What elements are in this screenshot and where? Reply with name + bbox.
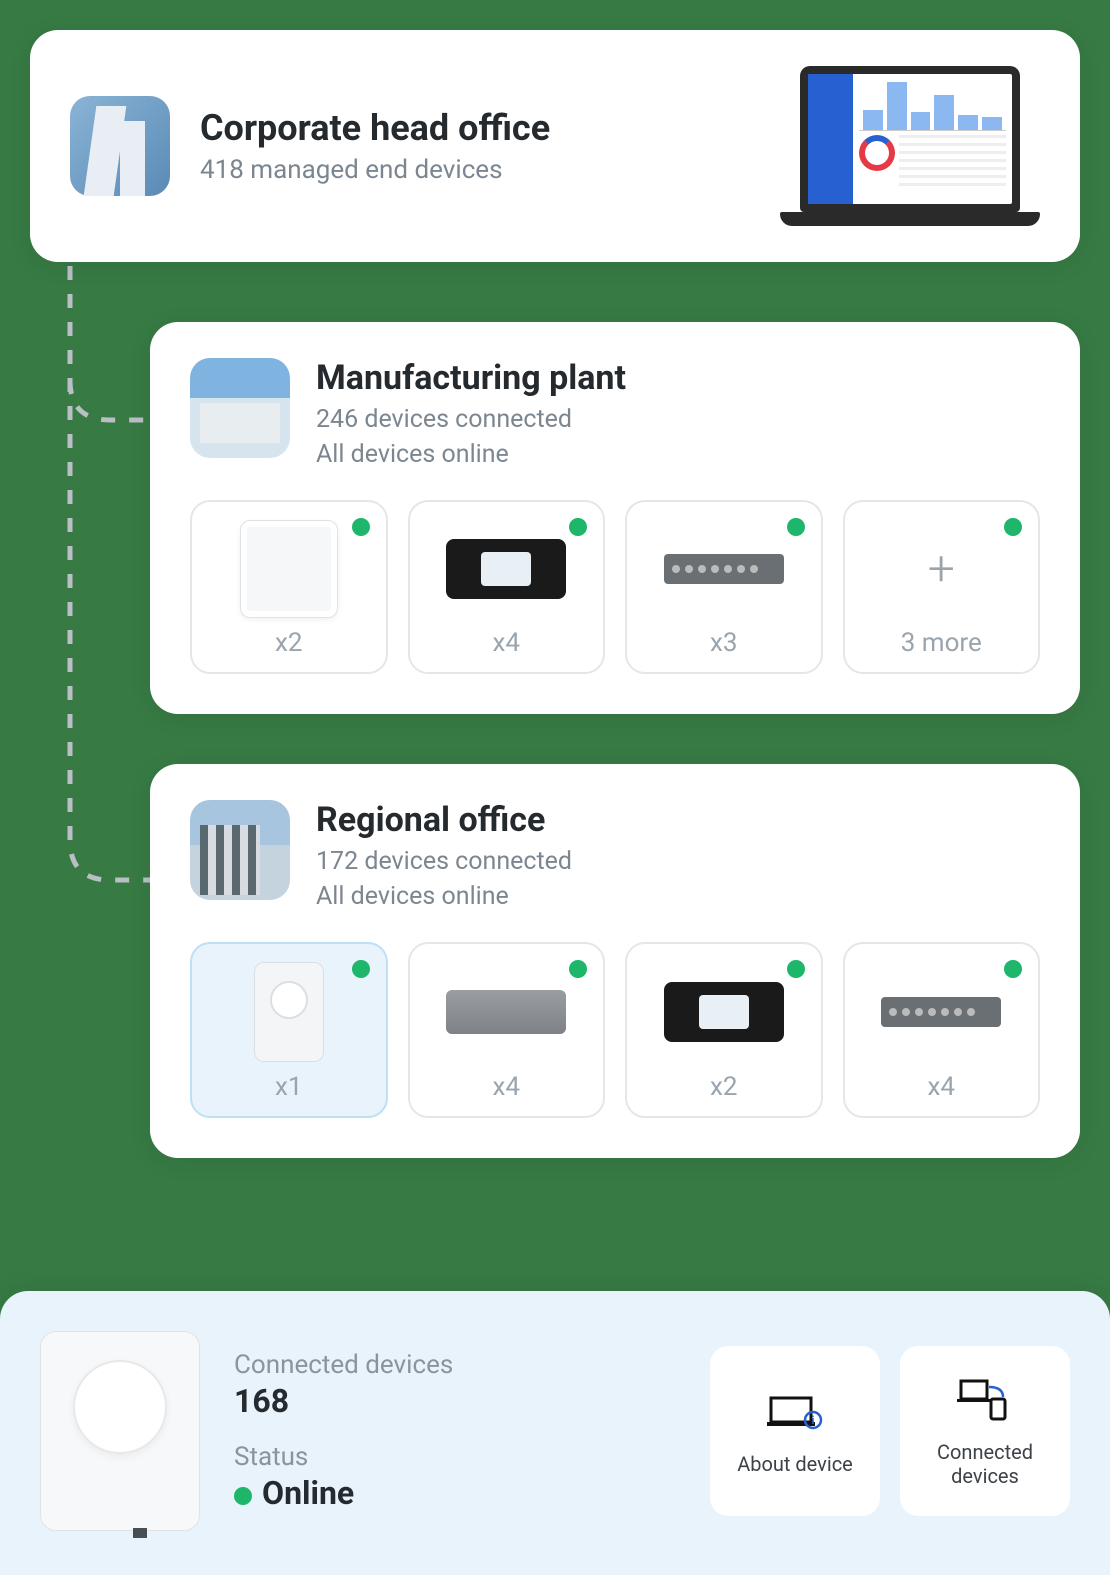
device-count: x2 — [710, 1072, 738, 1102]
device-large-image — [40, 1331, 200, 1531]
device-count: x1 — [275, 1072, 303, 1102]
about-device-button[interactable]: i About device — [710, 1346, 880, 1516]
connected-devices-value: 168 — [234, 1382, 676, 1420]
switch-icon — [664, 554, 784, 584]
site-card-manufacturing[interactable]: Manufacturing plant 246 devices connecte… — [150, 322, 1080, 714]
status-dot-online — [352, 960, 370, 978]
device-tile-switch[interactable]: x4 — [843, 942, 1041, 1118]
plant-image — [190, 358, 290, 458]
connected-devices-button[interactable]: Connected devices — [900, 1346, 1070, 1516]
device-tile-gateway[interactable]: x4 — [408, 942, 606, 1118]
device-tile-cpe[interactable]: x1 — [190, 942, 388, 1118]
device-tile-switch[interactable]: x3 — [625, 500, 823, 674]
device-more-label: 3 more — [901, 628, 982, 658]
cpe-icon — [254, 962, 324, 1062]
status-dot-online — [787, 518, 805, 536]
plus-icon: + — [928, 545, 955, 593]
site-title: Manufacturing plant — [316, 358, 626, 398]
status-dot-online — [569, 518, 587, 536]
status-value: Online — [262, 1474, 354, 1512]
head-office-card[interactable]: Corporate head office 418 managed end de… — [30, 30, 1080, 262]
switch-icon — [881, 997, 1001, 1027]
site-sub2: All devices online — [316, 437, 626, 472]
device-tile-router[interactable]: x4 — [408, 500, 606, 674]
device-tile-ap[interactable]: x2 — [190, 500, 388, 674]
about-device-icon: i — [767, 1386, 823, 1438]
status-dot-online — [1004, 518, 1022, 536]
device-count: x4 — [492, 1072, 520, 1102]
site-title: Regional office — [316, 800, 572, 840]
status-dot-online — [234, 1487, 252, 1505]
device-tile-router[interactable]: x2 — [625, 942, 823, 1118]
connected-devices-label: Connected devices — [910, 1440, 1060, 1488]
device-count: x2 — [275, 628, 303, 658]
device-tile-more[interactable]: + 3 more — [843, 500, 1041, 674]
status-dot-online — [352, 518, 370, 536]
device-detail-panel: Connected devices 168 Status Online i Ab… — [0, 1291, 1110, 1575]
site-card-regional[interactable]: Regional office 172 devices connected Al… — [150, 764, 1080, 1158]
access-point-icon — [240, 520, 338, 618]
status-label: Status — [234, 1442, 676, 1472]
site-sub2: All devices online — [316, 879, 572, 914]
head-title: Corporate head office — [200, 107, 550, 149]
connected-devices-label: Connected devices — [234, 1350, 676, 1380]
svg-text:i: i — [812, 1414, 815, 1427]
connected-devices-icon — [957, 1374, 1013, 1426]
device-count: x4 — [927, 1072, 955, 1102]
status-dot-online — [787, 960, 805, 978]
laptop-dashboard-image — [780, 66, 1040, 226]
head-subtitle: 418 managed end devices — [200, 155, 550, 185]
status-dot-online — [569, 960, 587, 978]
status-dot-online — [1004, 960, 1022, 978]
site-sub1: 246 devices connected — [316, 402, 626, 437]
site-sub1: 172 devices connected — [316, 844, 572, 879]
head-office-image — [70, 96, 170, 196]
device-count: x4 — [492, 628, 520, 658]
gateway-icon — [446, 990, 566, 1034]
about-device-label: About device — [737, 1452, 853, 1476]
regional-image — [190, 800, 290, 900]
device-count: x3 — [710, 628, 738, 658]
router-icon — [664, 982, 784, 1042]
router-icon — [446, 539, 566, 599]
